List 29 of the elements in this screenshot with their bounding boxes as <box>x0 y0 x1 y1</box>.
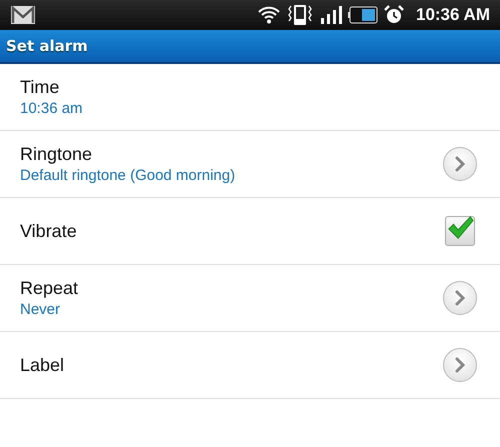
setting-row[interactable]: Vibrate <box>0 198 500 265</box>
chevron-icon <box>453 156 467 172</box>
setting-label: Repeat <box>20 278 80 299</box>
setting-row[interactable]: Label <box>0 332 500 399</box>
battery-icon <box>348 6 378 24</box>
setting-label: Label <box>20 354 66 376</box>
mail-icon <box>10 5 36 25</box>
setting-label: Vibrate <box>20 220 78 242</box>
chevron-button[interactable] <box>443 147 477 181</box>
setting-row[interactable]: Ringtone Default ringtone (Good morning) <box>0 131 500 198</box>
vibrate-icon <box>286 4 314 26</box>
setting-row[interactable]: Repeat Never <box>0 265 500 332</box>
wifi-icon <box>258 6 280 24</box>
checkmark-icon <box>446 215 474 241</box>
setting-row[interactable]: Time 10:36 am <box>0 64 500 131</box>
chevron-button[interactable] <box>443 281 477 315</box>
setting-label: Ringtone <box>20 144 94 165</box>
chevron-icon <box>453 290 467 306</box>
chevron-icon <box>453 357 467 373</box>
status-time: 10:36 AM <box>416 5 490 25</box>
setting-value: Never <box>20 301 62 318</box>
screen-title: Set alarm <box>6 37 88 55</box>
checkbox[interactable] <box>445 216 475 246</box>
setting-value: 10:36 am <box>20 100 84 117</box>
signal-icon <box>320 6 342 24</box>
setting-label: Time <box>20 77 60 98</box>
chevron-button[interactable] <box>443 348 477 382</box>
alarm-icon <box>384 5 404 25</box>
setting-value: Default ringtone (Good morning) <box>20 167 236 184</box>
